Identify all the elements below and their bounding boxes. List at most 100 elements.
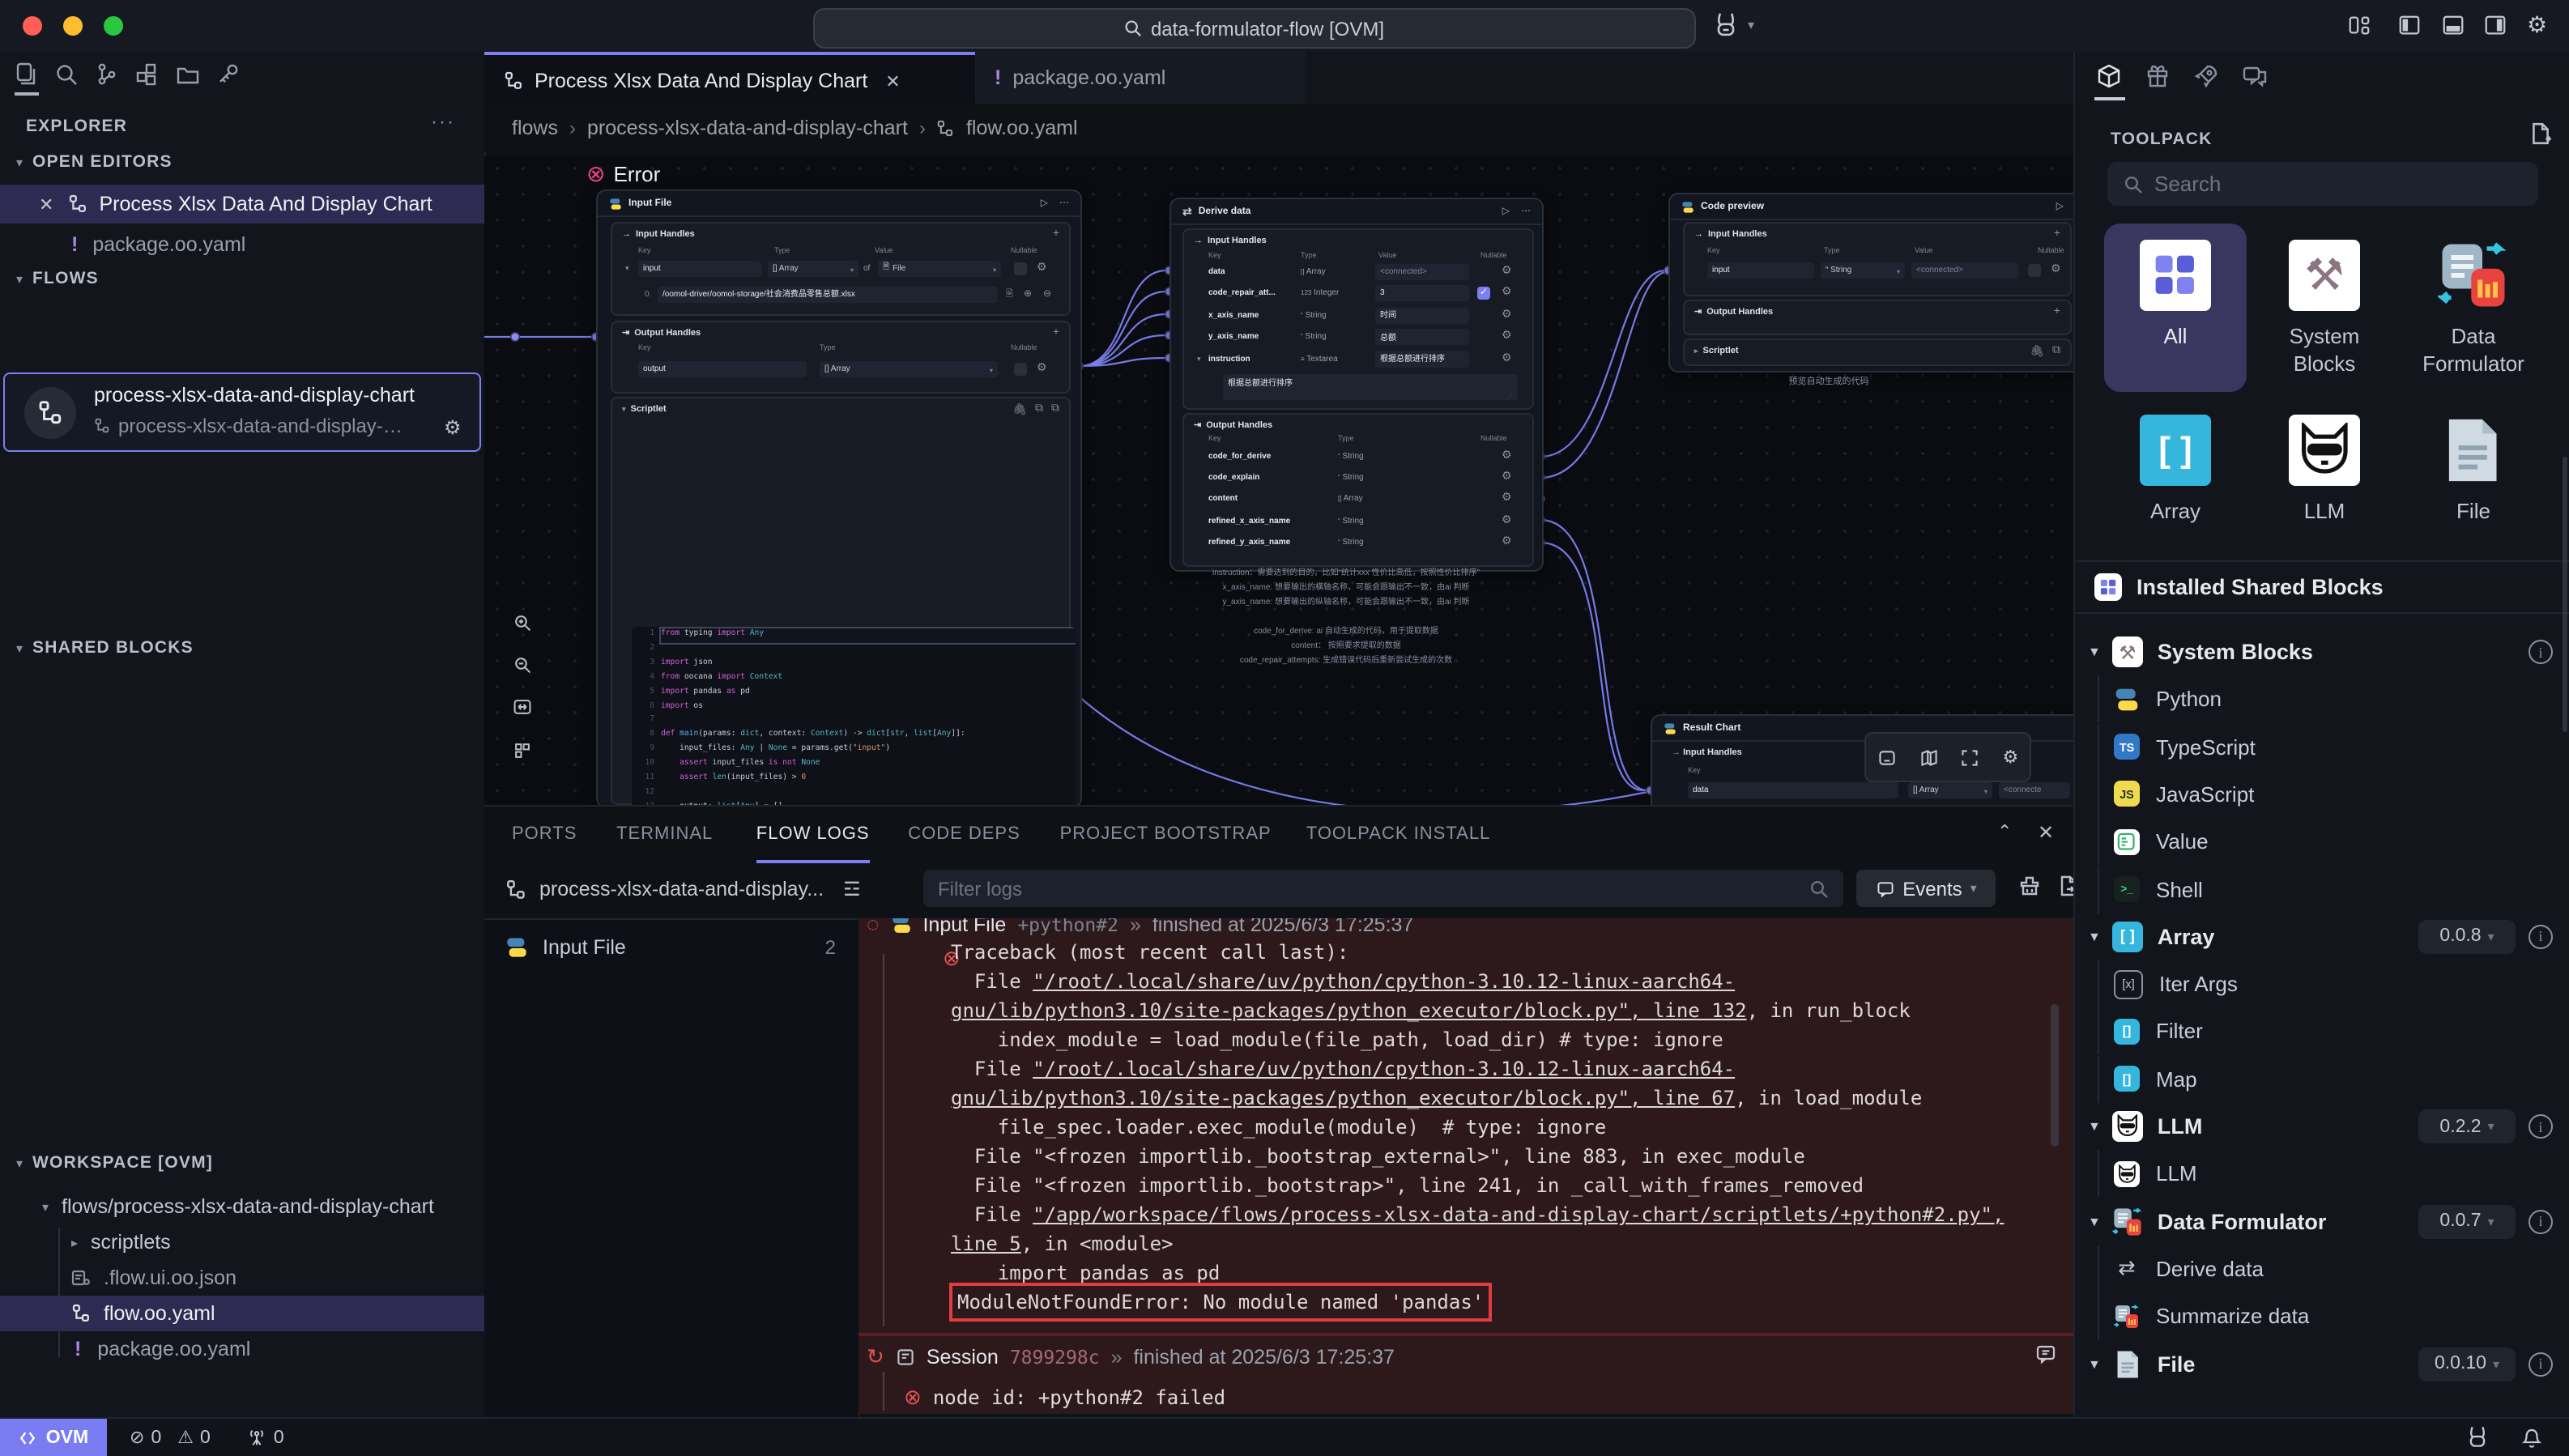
type-select[interactable]: “ String▾ [1821, 262, 1905, 279]
version-select[interactable]: 0.2.2▾ [2418, 1109, 2516, 1143]
code-line[interactable]: 11 assert len(input_files) > 0 [632, 773, 1076, 787]
attachment-icon[interactable]: 🖇 [1012, 402, 1027, 415]
handle-value-field[interactable]: 3 [1375, 286, 1469, 302]
handle-value-field[interactable]: 根据总额进行排序 [1375, 351, 1469, 367]
type-select[interactable]: [] Array▾ [1908, 782, 1992, 798]
rocket-icon[interactable] [2193, 63, 2219, 89]
explorer-more-icon[interactable]: ··· [431, 110, 455, 133]
attachment-icon[interactable]: 🖇 [2030, 344, 2044, 357]
node-header[interactable]: Code preview ▷ [1670, 194, 2073, 220]
value-field[interactable]: <connecte [1999, 782, 2070, 798]
run-node-icon[interactable]: ▷ [2056, 201, 2064, 212]
code-line[interactable]: 10 assert input_files is not None [632, 758, 1076, 773]
folder-icon[interactable] [175, 62, 201, 87]
chevron-down-icon[interactable]: ▼ [2088, 1214, 2101, 1228]
clear-logs-icon[interactable] [2018, 875, 2041, 897]
toggle-panel-bottom-icon[interactable] [2441, 13, 2465, 37]
toolpack-card-file[interactable]: File [2402, 398, 2545, 539]
handle-gear-icon[interactable]: ⚙ [1502, 493, 1512, 504]
chevron-down-icon[interactable]: ▼ [2088, 1356, 2101, 1371]
remove-item-icon[interactable]: ⊖ [1043, 288, 1051, 300]
run-node-icon[interactable]: ▷ [1041, 198, 1048, 209]
handle-gear-icon[interactable]: ⚙ [1502, 536, 1512, 547]
flows-header[interactable]: ▾ FLOWS [16, 269, 99, 288]
workspace-header[interactable]: ▾ WORKSPACE [OVM] [16, 1153, 213, 1173]
sidebar-scrollbar[interactable] [2563, 457, 2567, 732]
handle-gear-icon[interactable]: ⚙ [1502, 330, 1512, 342]
chevron-down-icon[interactable]: ▼ [2088, 1119, 2101, 1134]
node-header[interactable]: Input File ▷⋯ [598, 191, 1080, 217]
info-icon[interactable]: i [2529, 925, 2553, 949]
handle-gear-icon[interactable]: ⚙ [2051, 264, 2061, 275]
bottom-tab-flow-logs[interactable]: FLOW LOGS [756, 807, 870, 863]
code-line[interactable]: 7 [632, 715, 1076, 730]
handle-gear-icon[interactable]: ⚙ [1502, 287, 1512, 299]
new-toolpack-icon[interactable] [2529, 121, 2553, 146]
block-item-shell[interactable]: >_Shell [2075, 866, 2569, 913]
code-line[interactable]: 4from oocana import Context [632, 671, 1076, 686]
tree-flow-ui-row[interactable]: .flow.ui.oo.json [0, 1260, 484, 1296]
instruction-textarea[interactable]: 根据总额进行排序⋰ [1223, 374, 1518, 400]
key-field[interactable]: output [638, 361, 807, 377]
breadcrumb-flow-folder[interactable]: process-xlsx-data-and-display-chart [587, 117, 908, 139]
collapse-panel-icon[interactable]: ⌃ [1997, 821, 2012, 842]
block-item-derive-data[interactable]: ⇄Derive data [2075, 1245, 2569, 1292]
handle-gear-icon[interactable]: ⚙ [1502, 266, 1512, 277]
comment-icon[interactable] [2034, 1343, 2057, 1365]
node-input-file[interactable]: Input File ▷⋯ →Input Handles+ Key Type V… [596, 189, 1082, 805]
open-editors-header[interactable]: ▾ OPEN EDITORS [16, 152, 173, 172]
nullable-checkbox[interactable] [1014, 363, 1027, 376]
block-item-iter-args[interactable]: [x]Iter Args [2075, 960, 2569, 1007]
tab-flow-editor[interactable]: Process Xlsx Data And Display Chart ✕ [484, 52, 975, 107]
flow-card[interactable]: process-xlsx-data-and-display-chart proc… [3, 373, 481, 452]
nullable-checkbox[interactable] [2028, 264, 2041, 277]
info-icon[interactable]: i [2529, 1209, 2553, 1233]
shared-blocks-header[interactable]: ▾ SHARED BLOCKS [16, 638, 194, 658]
block-group-system-blocks[interactable]: ▼⚒System Blocksi [2075, 628, 2569, 675]
gift-icon[interactable] [2145, 63, 2171, 89]
errors-count[interactable]: 0 [151, 1428, 161, 1447]
add-handle-icon[interactable]: + [1053, 228, 1059, 240]
handle-gear-icon[interactable]: ⚙ [1037, 363, 1047, 374]
events-filter-select[interactable]: Events ▾ [1856, 870, 1996, 907]
ports-tower-icon[interactable] [246, 1427, 267, 1448]
secrets-key-icon[interactable] [215, 62, 241, 87]
code-line[interactable]: 6import os [632, 700, 1076, 715]
block-item-summarize-data[interactable]: Summarize data [2075, 1292, 2569, 1339]
nullable-checkbox[interactable]: ✓ [1477, 287, 1490, 300]
file-path-field[interactable]: /oomol-driver/oomol-storage/社会消费品零售总额.xl… [658, 287, 998, 303]
chevron-down-icon[interactable]: ▾ [622, 404, 626, 414]
toolpack-card-system-blocks[interactable]: ⚒System Blocks [2253, 224, 2396, 392]
version-select[interactable]: 0.0.8▾ [2418, 920, 2516, 954]
version-select[interactable]: 0.0.10▾ [2418, 1347, 2516, 1381]
add-item-icon[interactable]: ⊕ [1024, 288, 1032, 300]
log-list-filter-icon[interactable]: ☲ [843, 878, 861, 900]
filter-logs-input[interactable]: Filter logs [923, 870, 1843, 907]
bottom-tab-ports[interactable]: PORTS [512, 807, 577, 860]
node-header[interactable]: ⇄ Derive data ▷⋯ [1171, 199, 1542, 225]
bottom-tab-terminal[interactable]: TERMINAL [616, 807, 713, 860]
warnings-icon[interactable]: ⚠ [177, 1427, 194, 1448]
remote-indicator[interactable]: OVM [0, 1419, 107, 1456]
handle-gear-icon[interactable]: ⚙ [1502, 450, 1512, 462]
type-select[interactable]: [] Array▾ [820, 361, 998, 377]
handle-value-field[interactable]: 总额 [1375, 329, 1469, 345]
warnings-count[interactable]: 0 [200, 1428, 211, 1447]
run-node-icon[interactable]: ▷ [1502, 206, 1510, 217]
code-line[interactable]: 12 [632, 787, 1076, 802]
handle-gear-icon[interactable]: ⚙ [1502, 309, 1512, 321]
block-item-map[interactable]: []Map [2075, 1055, 2569, 1102]
tab-package-yaml[interactable]: ! package.oo.yaml [975, 52, 1306, 104]
preview-panel-icon[interactable] [1877, 747, 1897, 767]
flow-canvas[interactable]: ⊗ Error Input File ▷⋯ →Input Handles+ Ke… [484, 155, 2073, 805]
log-scrollbar[interactable] [2051, 1004, 2059, 1147]
row-chevron-icon[interactable]: ▾ [1197, 354, 1201, 364]
info-icon[interactable]: i [2529, 1114, 2553, 1139]
toggle-panel-left-icon[interactable] [2397, 13, 2422, 37]
toolpack-card-all[interactable]: All [2104, 224, 2247, 392]
node-code-preview[interactable]: Code preview ▷ →Input Handles+ Key Type … [1668, 193, 2073, 373]
toggle-panel-right-icon[interactable] [2483, 13, 2507, 37]
tree-package-yaml-row[interactable]: ! package.oo.yaml [0, 1331, 484, 1367]
command-search-bar[interactable]: data-formulator-flow [OVM] [813, 8, 1696, 49]
settings-gear-icon[interactable]: ⚙ [2527, 11, 2547, 39]
